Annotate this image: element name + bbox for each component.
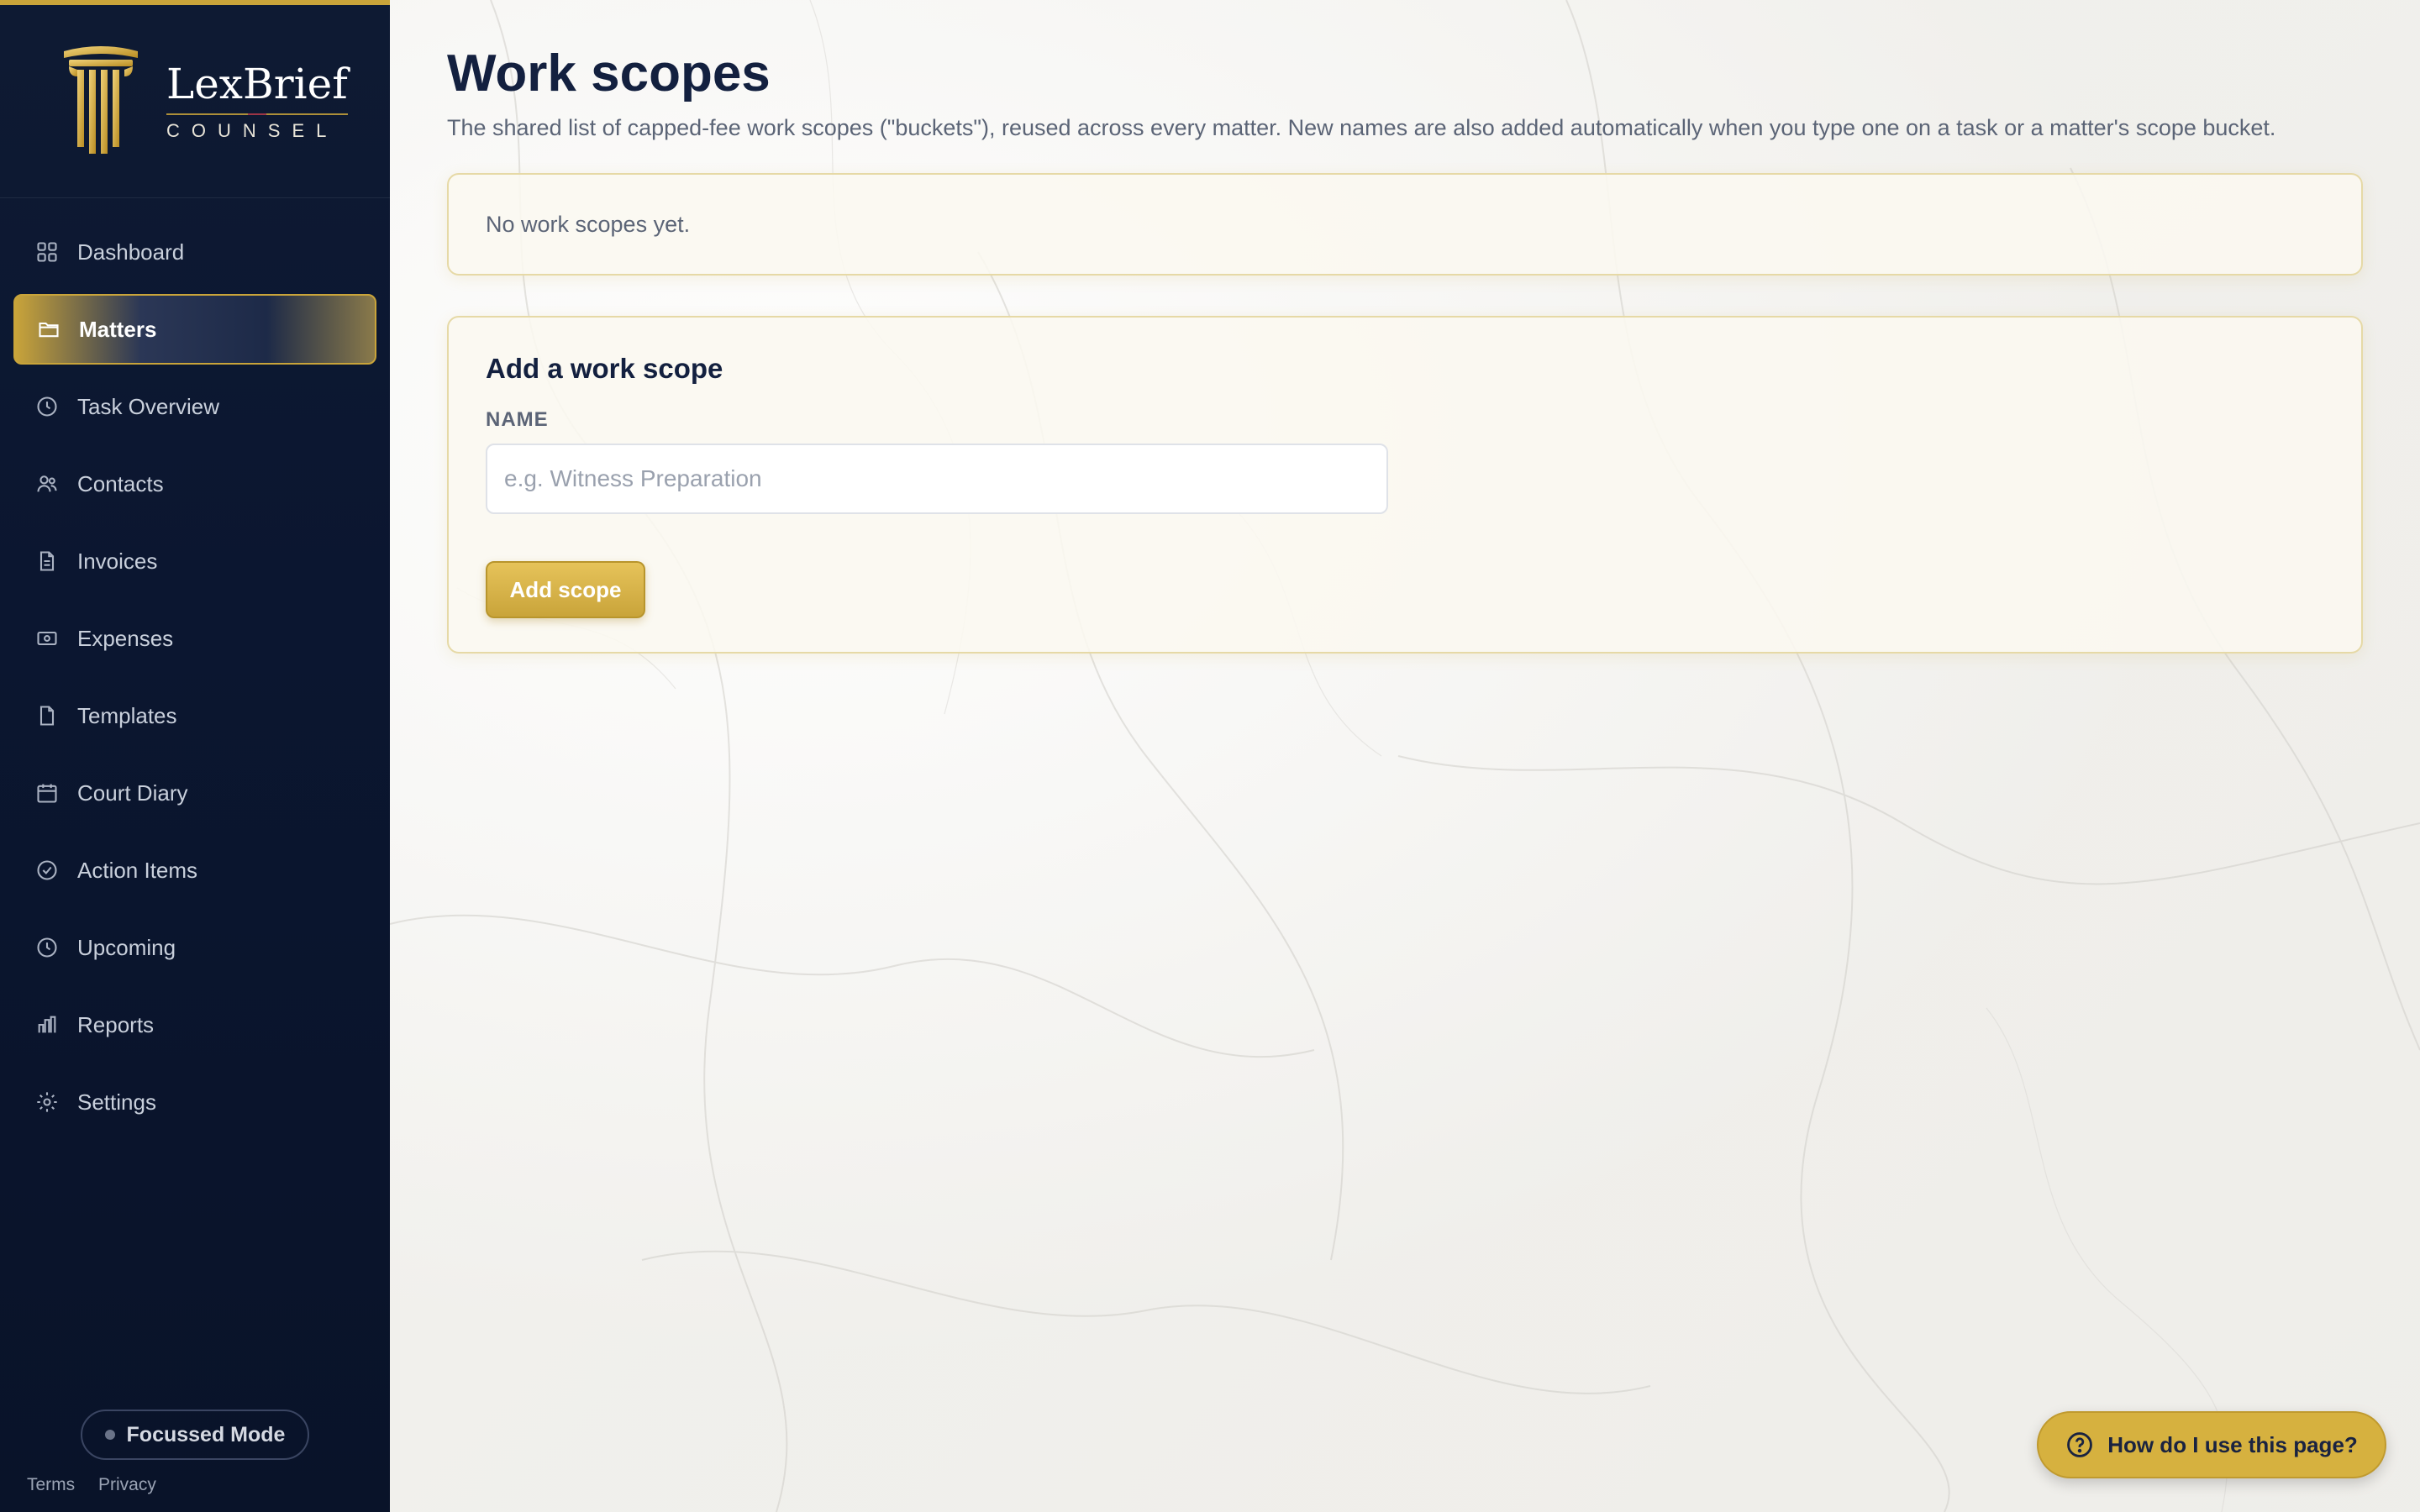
sidebar-item-label: Upcoming (77, 934, 176, 960)
sidebar-item-matters[interactable]: Matters (13, 294, 376, 365)
sidebar-item-upcoming[interactable]: Upcoming (13, 912, 376, 983)
focus-mode-toggle[interactable]: Focussed Mode (81, 1410, 309, 1460)
sidebar-item-invoices[interactable]: Invoices (13, 526, 376, 596)
status-dot-icon (104, 1430, 115, 1440)
check-circle-icon (37, 860, 57, 880)
calendar-icon (37, 784, 57, 803)
bar-chart-icon (38, 1016, 56, 1033)
form-title: Add a work scope (486, 353, 723, 385)
brand-divider (166, 113, 348, 115)
help-label: How do I use this page? (2107, 1431, 2358, 1457)
users-icon (37, 475, 57, 492)
name-field-label: NAME (486, 408, 549, 432)
sidebar-item-label: Contacts (77, 470, 164, 496)
sidebar-item-contacts[interactable]: Contacts (13, 449, 376, 519)
sidebar-item-dashboard[interactable]: Dashboard (13, 217, 376, 287)
grid-icon (37, 242, 57, 262)
privacy-link[interactable]: Privacy (98, 1475, 156, 1494)
scope-name-input[interactable] (486, 444, 1388, 515)
sidebar-item-reports[interactable]: Reports (13, 990, 376, 1060)
add-scope-card: Add a work scope NAME Add scope (447, 316, 2363, 654)
page-content: Work scopes The shared list of capped-fe… (447, 44, 2363, 654)
page-subtitle: The shared list of capped-fee work scope… (447, 115, 2276, 141)
brand-subtitle: COUNSEL (166, 119, 339, 141)
main-content: Work scopes The shared list of capped-fe… (390, 0, 2420, 1512)
sidebar-item-label: Action Items (77, 857, 198, 883)
sidebar-item-label: Reports (77, 1011, 155, 1037)
brand-name: LexBrief (166, 59, 348, 108)
sidebar-item-label: Templates (77, 702, 177, 728)
scopes-list-card: No work scopes yet. (447, 173, 2363, 276)
sidebar-item-action-items[interactable]: Action Items (13, 835, 376, 906)
clock-icon (37, 937, 57, 958)
sidebar-item-label: Dashboard (77, 239, 185, 265)
file-icon (39, 706, 55, 726)
document-icon (39, 551, 55, 571)
sidebar-item-label: Matters (79, 316, 157, 342)
gear-icon (37, 1092, 57, 1112)
add-scope-button[interactable]: Add scope (486, 561, 645, 619)
pillar-logo-icon (64, 45, 138, 154)
sidebar-item-label: Invoices (77, 548, 158, 574)
page-title: Work scopes (447, 45, 771, 102)
sidebar-item-label: Task Overview (77, 393, 220, 419)
sidebar-item-settings[interactable]: Settings (13, 1067, 376, 1137)
folder-icon (39, 322, 59, 338)
empty-state-message: No work scopes yet. (486, 211, 691, 237)
focus-mode-label: Focussed Mode (126, 1422, 286, 1446)
sidebar: LexBrief COUNSEL Dashboard Matters Task … (0, 0, 390, 1512)
sidebar-item-task-overview[interactable]: Task Overview (13, 371, 376, 442)
terms-link[interactable]: Terms (27, 1475, 75, 1494)
sidebar-nav: Dashboard Matters Task Overview Contacts… (0, 217, 390, 1137)
clock-icon (37, 396, 57, 417)
sidebar-footer: Terms Privacy (27, 1475, 175, 1495)
sidebar-item-expenses[interactable]: Expenses (13, 603, 376, 674)
sidebar-item-label: Court Diary (77, 780, 188, 806)
sidebar-item-label: Expenses (77, 625, 174, 651)
brand-logo[interactable]: LexBrief COUNSEL (0, 5, 390, 198)
help-button[interactable]: How do I use this page? (2037, 1411, 2386, 1478)
sidebar-item-court-diary[interactable]: Court Diary (13, 758, 376, 828)
question-circle-icon (2067, 1432, 2093, 1457)
sidebar-item-label: Settings (77, 1089, 156, 1115)
banknote-icon (37, 631, 57, 646)
sidebar-item-templates[interactable]: Templates (13, 680, 376, 751)
